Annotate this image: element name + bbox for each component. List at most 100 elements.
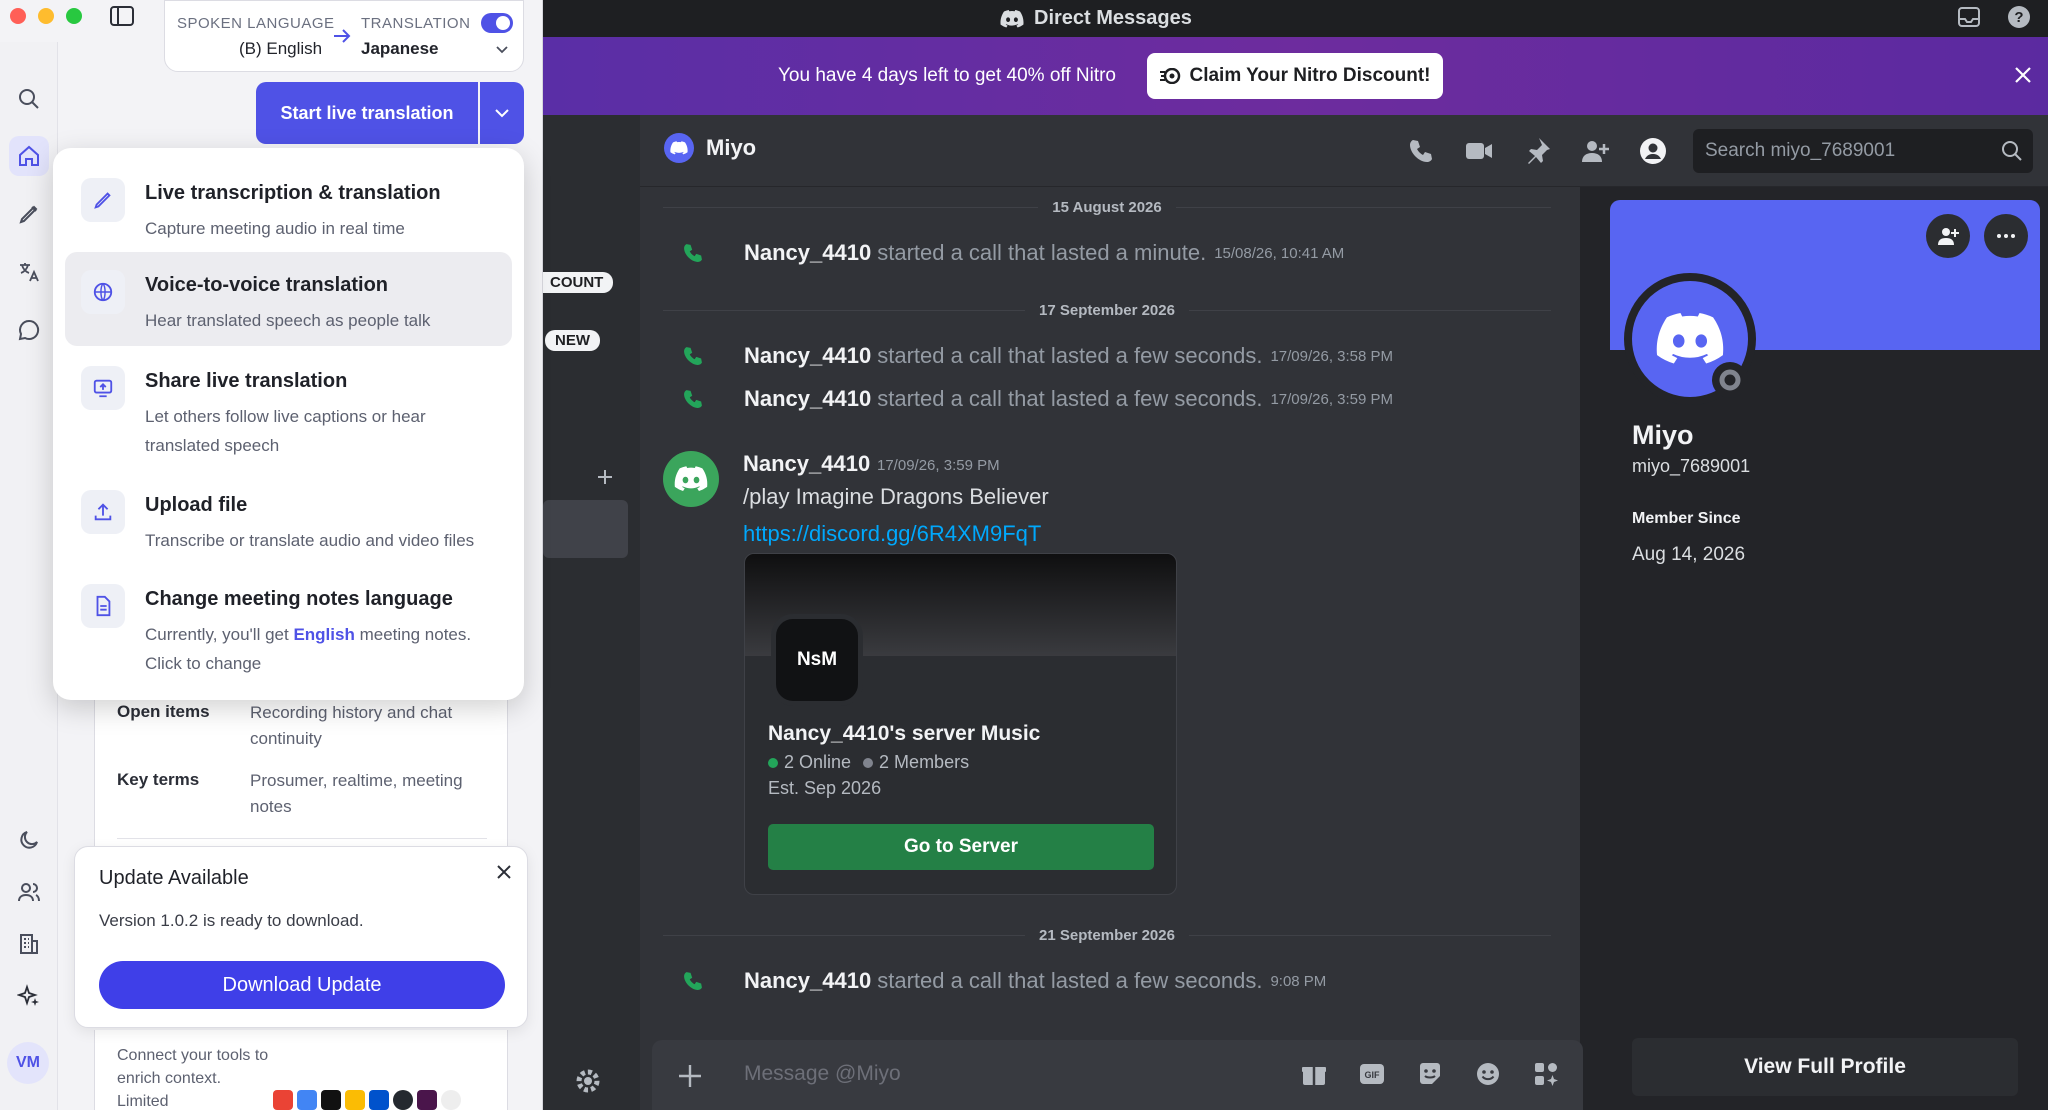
attach-plus-icon[interactable] (676, 1062, 704, 1090)
call-user[interactable]: Nancy_4410 (744, 968, 871, 994)
add-friend-icon[interactable] (1579, 135, 1611, 167)
spoken-language-value[interactable]: (B) English (239, 39, 322, 59)
people-icon (18, 883, 40, 902)
profile-display-name: Miyo (1632, 420, 1694, 450)
sidebar-toggle-icon[interactable] (110, 6, 134, 26)
voice-call-icon[interactable] (1405, 135, 1437, 167)
notion-icon (321, 1090, 341, 1110)
close-banner-icon[interactable] (2010, 62, 2036, 88)
view-full-profile-button[interactable]: View Full Profile (1632, 1038, 2018, 1096)
offline-status-icon (1712, 362, 1748, 398)
menu-item-title: Voice-to-voice translation (145, 274, 389, 296)
menu-icon-box (81, 270, 125, 314)
call-user[interactable]: Nancy_4410 (744, 386, 871, 412)
profile-username: miyo_7689001 (1632, 456, 1751, 476)
dm-header: Miyo Search miyo_7689001 (640, 115, 2048, 187)
sticker-icon[interactable] (1416, 1060, 1444, 1088)
chevron-down-icon[interactable] (495, 45, 509, 55)
menu-item-live-transcription[interactable]: Live transcription & translation Capture… (65, 160, 512, 244)
inbox-icon[interactable] (1956, 4, 1982, 30)
close-window-button[interactable] (10, 8, 26, 24)
user-profile-icon[interactable] (1637, 135, 1669, 167)
rail-dark-mode[interactable] (9, 820, 49, 860)
pin-icon[interactable] (1521, 135, 1553, 167)
update-toast: Update Available Version 1.0.2 is ready … (74, 846, 528, 1028)
discord-logo-icon (674, 466, 708, 492)
discord-logo-icon (1000, 9, 1024, 27)
rail-transcribe[interactable] (9, 194, 49, 234)
start-live-translation-button[interactable]: Start live translation (256, 82, 478, 144)
rail-ai[interactable] (9, 976, 49, 1016)
channel-pill-new: NEW (545, 330, 600, 351)
date-label: 15 August 2026 (1052, 198, 1162, 216)
integration-icons[interactable] (273, 1090, 461, 1110)
invite-link[interactable]: https://discord.gg/6R4XM9FqT (743, 521, 1041, 547)
zoom-window-button[interactable] (66, 8, 82, 24)
help-icon[interactable]: ? (2006, 4, 2032, 30)
close-icon[interactable] (493, 861, 515, 883)
pen-icon (19, 205, 38, 224)
svg-text:GIF: GIF (1365, 1070, 1381, 1080)
more-options-button[interactable] (1984, 214, 2028, 258)
menu-item-change-notes-language[interactable]: Change meeting notes language Currently,… (65, 566, 512, 686)
menu-item-voice-to-voice[interactable]: Voice-to-voice translation Hear translat… (65, 252, 512, 346)
calendar-icon (297, 1090, 317, 1110)
rail-search[interactable] (9, 79, 49, 119)
apps-icon[interactable] (1532, 1060, 1560, 1088)
rail-people[interactable] (9, 872, 49, 912)
call-user[interactable]: Nancy_4410 (744, 343, 871, 369)
github-icon (393, 1090, 413, 1110)
menu-item-upload-file[interactable]: Upload file Transcribe or translate audi… (65, 472, 512, 562)
add-dm-icon[interactable] (596, 468, 614, 486)
menu-icon-box (81, 490, 125, 534)
menu-item-title: Share live translation (145, 370, 348, 392)
selected-dm-item[interactable] (543, 500, 628, 558)
arrow-right-icon (334, 29, 351, 43)
video-call-icon[interactable] (1463, 135, 1495, 167)
translator-app-window: VM SPOKEN LANGUAGE (B) English TRANSLATI… (0, 0, 543, 1110)
rail-home[interactable] (9, 136, 49, 176)
call-text: started a call that lasted a few seconds… (877, 386, 1263, 411)
gift-icon[interactable] (1300, 1060, 1328, 1088)
gif-icon[interactable]: GIF (1358, 1060, 1386, 1088)
go-to-server-button[interactable]: Go to Server (768, 824, 1154, 870)
call-user[interactable]: Nancy_4410 (744, 240, 871, 266)
translation-language-value[interactable]: Japanese (361, 39, 439, 59)
call-log-row: Nancy_4410 started a call that lasted a … (680, 343, 1393, 369)
message-avatar[interactable] (663, 451, 719, 507)
minimize-window-button[interactable] (38, 8, 54, 24)
download-update-button[interactable]: Download Update (99, 961, 505, 1009)
jira-icon (369, 1090, 389, 1110)
start-options-dropdown[interactable] (480, 82, 524, 144)
call-phone-icon (684, 347, 702, 365)
svg-text:?: ? (2014, 9, 2023, 26)
dm-search-input[interactable]: Search miyo_7689001 (1693, 129, 2033, 173)
discord-logo-icon (1656, 313, 1724, 364)
add-integration-icon[interactable] (441, 1090, 461, 1110)
claim-nitro-button[interactable]: Claim Your Nitro Discount! (1147, 53, 1443, 99)
translation-toggle[interactable] (481, 13, 513, 33)
drive-icon (345, 1090, 365, 1110)
menu-icon-box (81, 584, 125, 628)
add-friend-profile-button[interactable] (1926, 214, 1970, 258)
call-time: 9:08 PM (1270, 972, 1327, 990)
start-options-menu: Live transcription & translation Capture… (53, 148, 524, 700)
user-avatar[interactable]: VM (7, 1042, 49, 1084)
user-settings-icon[interactable] (572, 1065, 604, 1097)
dm-recipient[interactable]: Miyo (664, 133, 756, 163)
menu-item-share-live[interactable]: Share live translation Let others follow… (65, 348, 512, 468)
translate-icon (20, 263, 39, 282)
dm-name: Miyo (706, 135, 757, 160)
rail-chat[interactable] (9, 310, 49, 350)
document-icon (96, 595, 111, 617)
emoji-icon[interactable] (1474, 1060, 1502, 1088)
call-text: started a call that lasted a few seconds… (877, 343, 1263, 368)
menu-item-title: Live transcription & translation (145, 182, 441, 204)
message-author[interactable]: Nancy_4410 (743, 451, 870, 477)
rail-translate[interactable] (9, 252, 49, 292)
notes-language-link[interactable]: English (293, 625, 354, 644)
language-selector[interactable]: SPOKEN LANGUAGE (B) English TRANSLATION … (164, 0, 524, 72)
message-composer[interactable]: Message @Miyo GIF (652, 1040, 1583, 1110)
channel-pill-count: COUNT (540, 272, 614, 293)
rail-organization[interactable] (9, 924, 49, 964)
